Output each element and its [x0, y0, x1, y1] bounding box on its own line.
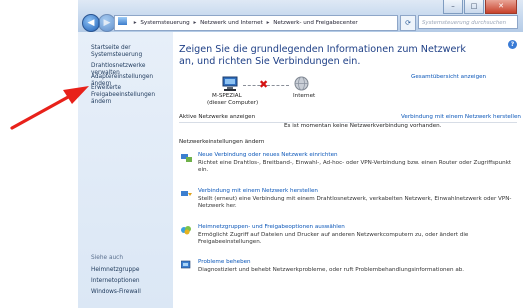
search-input[interactable]: Systemsteuerung durchsuchen	[418, 15, 518, 29]
computer-name-label: M-SPEZIAL	[212, 93, 242, 99]
sidebar-item-internet-options[interactable]: Internetoptionen	[91, 278, 140, 285]
connect-network-link[interactable]: Verbindung mit einem Netzwerk herstellen	[401, 114, 521, 121]
task-link-new-connection[interactable]: Neue Verbindung oder neues Netzwerk einr…	[198, 152, 338, 159]
see-also-heading: Siehe auch	[91, 255, 124, 261]
no-connection-text: Es ist momentan keine Netzwerkverbindung…	[284, 123, 442, 129]
refresh-icon[interactable]: ⟳	[400, 15, 416, 31]
network-sharing-center-window: – □ ✕ ◀ ▶ ▸ Systemsteuerung ▸ Netzwerk u…	[78, 0, 523, 308]
task-desc-connect-network: Stellt (erneut) eine Verbindung mit eine…	[198, 196, 512, 209]
help-icon[interactable]: ?	[508, 40, 517, 49]
breadcrumb-separator: ▸	[193, 20, 197, 26]
task-desc-new-connection: Richtet eine Drahtlos-, Breitband-, Einw…	[198, 160, 512, 173]
maximize-button[interactable]: □	[464, 0, 484, 14]
sidebar-item-control-panel-home[interactable]: Startseite der Systemsteuerung	[91, 45, 173, 59]
breadcrumb-separator: ▸	[133, 20, 137, 26]
task-link-troubleshoot[interactable]: Probleme beheben	[198, 259, 251, 266]
task-desc-troubleshoot: Diagnostiziert und behebt Netzwerkproble…	[198, 267, 465, 273]
network-setup-icon	[181, 154, 192, 162]
breadcrumb-item[interactable]: Netzwerk- und Freigabecenter	[273, 20, 357, 26]
title-bar: – □ ✕ ◀ ▶ ▸ Systemsteuerung ▸ Netzwerk u…	[78, 0, 523, 32]
minimize-button[interactable]: –	[443, 0, 463, 14]
breadcrumb-separator: ▸	[266, 20, 270, 26]
task-link-homegroup[interactable]: Heimnetzgruppen- und Freigabeoptionen au…	[198, 224, 345, 231]
globe-icon[interactable]	[294, 76, 309, 91]
close-button[interactable]: ✕	[485, 0, 517, 14]
settings-heading: Netzwerkeinstellungen ändern	[179, 139, 265, 145]
sidebar-item-homegroup[interactable]: Heimnetzgruppe	[91, 267, 139, 274]
sidebar: Startseite der Systemsteuerung Drahtlosn…	[78, 32, 173, 308]
breadcrumb-item[interactable]: Netzwerk und Internet	[200, 20, 263, 26]
internet-label: Internet	[293, 93, 316, 99]
address-bar[interactable]: ▸ Systemsteuerung ▸ Netzwerk und Interne…	[114, 15, 398, 31]
task-desc-homegroup: Ermöglicht Zugriff auf Dateien und Druck…	[198, 232, 469, 245]
window-controls: – □ ✕	[442, 0, 517, 14]
computer-sub-label: (dieser Computer)	[207, 100, 259, 106]
page-title: Zeigen Sie die grundlegenden Information…	[179, 44, 466, 67]
sidebar-item-advanced-sharing[interactable]: Erweiterte Freigabeeinstellungen ändern	[91, 85, 169, 106]
task-link-connect-network[interactable]: Verbindung mit einem Netzwerk herstellen	[198, 188, 318, 195]
main-content: ? Zeigen Sie die grundlegenden Informati…	[173, 32, 523, 308]
sidebar-item-windows-firewall[interactable]: Windows-Firewall	[91, 289, 141, 296]
troubleshoot-icon	[181, 260, 191, 269]
breadcrumb-item[interactable]: Systemsteuerung	[140, 20, 189, 26]
control-panel-icon	[118, 17, 127, 25]
disconnected-x-icon: ✖	[259, 78, 269, 91]
active-networks-label: Aktive Netzwerke anzeigen	[179, 114, 256, 120]
full-map-link[interactable]: Gesamtübersicht anzeigen	[411, 74, 486, 81]
computer-icon[interactable]	[221, 76, 239, 91]
network-connect-icon	[181, 191, 192, 196]
homegroup-icon	[181, 226, 191, 235]
